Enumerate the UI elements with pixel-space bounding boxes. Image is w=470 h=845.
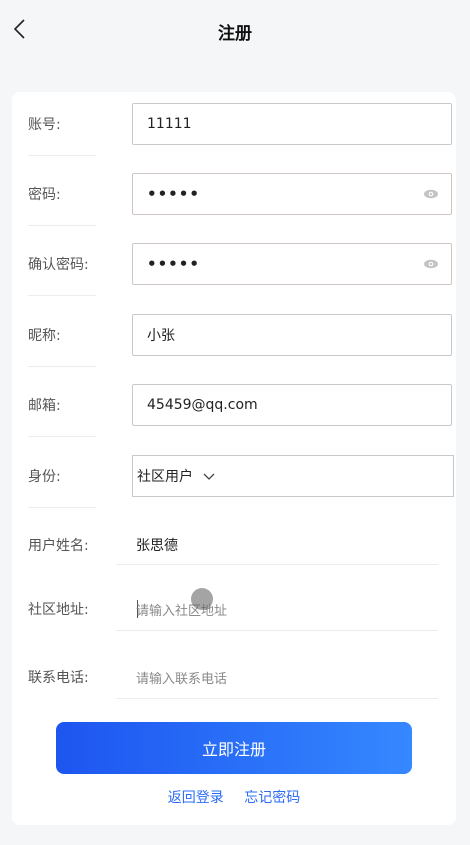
username-label: 用户姓名: xyxy=(28,538,89,554)
divider xyxy=(116,564,438,565)
register-button[interactable]: 立即注册 xyxy=(56,722,412,774)
chevron-down-icon xyxy=(203,470,215,482)
address-row: 社区地址: 请输入社区地址 xyxy=(28,588,450,626)
account-input[interactable]: 11111 xyxy=(132,103,452,145)
email-label: 邮箱: xyxy=(28,395,116,437)
password-row: 密码: ••••• xyxy=(28,173,452,226)
nickname-row: 昵称: 小张 xyxy=(28,314,452,367)
password-input[interactable]: ••••• xyxy=(132,173,452,215)
address-input[interactable]: 请输入社区地址 xyxy=(136,600,227,619)
forgot-password-link[interactable]: 忘记密码 xyxy=(244,790,300,806)
address-label: 社区地址: xyxy=(28,602,89,618)
password-value: ••••• xyxy=(147,185,200,203)
top-bar: 注册 xyxy=(0,0,470,62)
email-input[interactable]: 45459@qq.com xyxy=(132,384,452,426)
username-row: 用户姓名: 张思德 xyxy=(28,528,450,562)
account-row: 账号: 11111 xyxy=(28,103,452,156)
back-arrow-icon[interactable] xyxy=(8,15,30,43)
username-value[interactable]: 张思德 xyxy=(136,535,178,555)
divider xyxy=(116,698,438,699)
eye-icon[interactable] xyxy=(423,186,439,202)
identity-select[interactable]: 社区用户 xyxy=(132,455,454,497)
divider xyxy=(116,630,438,631)
identity-selected-value: 社区用户 xyxy=(137,469,193,485)
nickname-input[interactable]: 小张 xyxy=(132,314,452,356)
confirm-password-input[interactable]: ••••• xyxy=(132,243,452,285)
identity-row: 身份: 社区用户 xyxy=(28,455,454,508)
footer-links: 返回登录 忘记密码 xyxy=(12,787,456,807)
account-label: 账号: xyxy=(28,114,116,156)
confirm-password-row: 确认密码: ••••• xyxy=(28,243,452,296)
account-value: 11111 xyxy=(147,116,192,132)
confirm-password-value: ••••• xyxy=(147,255,200,273)
touch-indicator xyxy=(191,588,213,610)
back-to-login-link[interactable]: 返回登录 xyxy=(168,790,224,806)
register-form-card: 账号: 11111 密码: ••••• 确认密码: ••••• 昵称: 小张 邮… xyxy=(12,92,456,825)
email-row: 邮箱: 45459@qq.com xyxy=(28,384,452,437)
page-title: 注册 xyxy=(218,23,252,44)
password-label: 密码: xyxy=(28,184,116,226)
identity-label: 身份: xyxy=(28,466,116,508)
confirm-password-label: 确认密码: xyxy=(28,254,116,296)
nickname-label: 昵称: xyxy=(28,325,116,367)
nickname-value: 小张 xyxy=(147,328,175,344)
email-value: 45459@qq.com xyxy=(147,397,258,413)
phone-input[interactable]: 请输入联系电话 xyxy=(136,668,227,687)
eye-icon[interactable] xyxy=(423,256,439,272)
phone-label: 联系电话: xyxy=(28,670,89,686)
phone-row: 联系电话: 请输入联系电话 xyxy=(28,660,450,694)
